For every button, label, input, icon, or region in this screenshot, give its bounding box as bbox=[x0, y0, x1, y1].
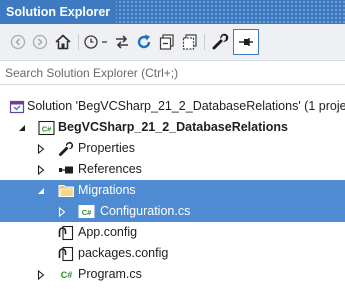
refresh-icon[interactable] bbox=[134, 32, 154, 52]
preview-pin-icon[interactable] bbox=[233, 29, 259, 55]
tree-item-label: App.config bbox=[78, 225, 138, 239]
svg-text:C#: C# bbox=[41, 124, 51, 133]
toolbar-separator bbox=[204, 34, 205, 50]
csharp-file-icon: C# bbox=[77, 201, 95, 222]
tree-item-label: packages.config bbox=[78, 246, 169, 260]
home-icon[interactable] bbox=[53, 32, 73, 52]
history-icon[interactable] bbox=[83, 32, 109, 52]
csharp-project-icon: C# bbox=[37, 117, 55, 138]
tree-item-solution[interactable]: Solution 'BegVCSharp_21_2_DatabaseRelati… bbox=[0, 96, 345, 117]
collapse-arrow-icon[interactable] bbox=[35, 180, 47, 201]
tree-item-program[interactable]: C# Program.cs bbox=[0, 264, 345, 285]
expand-arrow-icon[interactable] bbox=[56, 201, 68, 222]
tree-item-packages-config[interactable]: packages.config bbox=[0, 243, 345, 264]
svg-text:C#: C# bbox=[81, 208, 91, 217]
collapse-arrow-icon[interactable] bbox=[16, 117, 28, 138]
title-bar: Solution Explorer bbox=[0, 0, 345, 24]
solution-icon bbox=[8, 96, 26, 117]
svg-text:C#: C# bbox=[60, 270, 72, 280]
tree-item-properties[interactable]: Properties bbox=[0, 138, 345, 159]
config-file-icon bbox=[57, 222, 75, 243]
forward-icon[interactable] bbox=[30, 32, 50, 52]
expand-arrow-icon[interactable] bbox=[35, 159, 47, 180]
tree-item-label: Program.cs bbox=[78, 267, 142, 281]
toolbar-separator bbox=[78, 34, 79, 50]
csharp-file-icon: C# bbox=[57, 264, 75, 285]
tree-item-label: Properties bbox=[78, 141, 135, 155]
expand-arrow-icon[interactable] bbox=[35, 138, 47, 159]
tree-item-app-config[interactable]: App.config bbox=[0, 222, 345, 243]
tree-item-project[interactable]: C# BegVCSharp_21_2_DatabaseRelations bbox=[0, 117, 345, 138]
search-input[interactable] bbox=[0, 61, 345, 84]
wrench-icon bbox=[57, 138, 75, 159]
tree-item-label: Configuration.cs bbox=[100, 204, 191, 218]
references-icon bbox=[57, 159, 75, 180]
search-divider bbox=[0, 84, 345, 85]
back-icon[interactable] bbox=[8, 32, 28, 52]
collapse-all-icon[interactable] bbox=[157, 32, 177, 52]
tree-item-label: BegVCSharp_21_2_DatabaseRelations bbox=[58, 120, 288, 134]
sync-icon[interactable] bbox=[112, 32, 132, 52]
properties-wrench-icon[interactable] bbox=[210, 32, 230, 52]
tree-item-label: Migrations bbox=[78, 183, 136, 197]
tree-item-label: Solution 'BegVCSharp_21_2_DatabaseRelati… bbox=[27, 99, 345, 113]
folder-icon bbox=[57, 180, 75, 201]
tree-item-references[interactable]: References bbox=[0, 159, 345, 180]
tree-item-label: References bbox=[78, 162, 142, 176]
tree-item-migrations[interactable]: Migrations bbox=[0, 180, 345, 201]
config-file-icon bbox=[57, 243, 75, 264]
show-all-files-icon[interactable] bbox=[180, 32, 200, 52]
toolbar bbox=[0, 24, 345, 61]
window-title: Solution Explorer bbox=[0, 0, 117, 24]
expand-arrow-icon[interactable] bbox=[35, 264, 47, 285]
tree-item-configuration[interactable]: C# Configuration.cs bbox=[0, 201, 345, 222]
